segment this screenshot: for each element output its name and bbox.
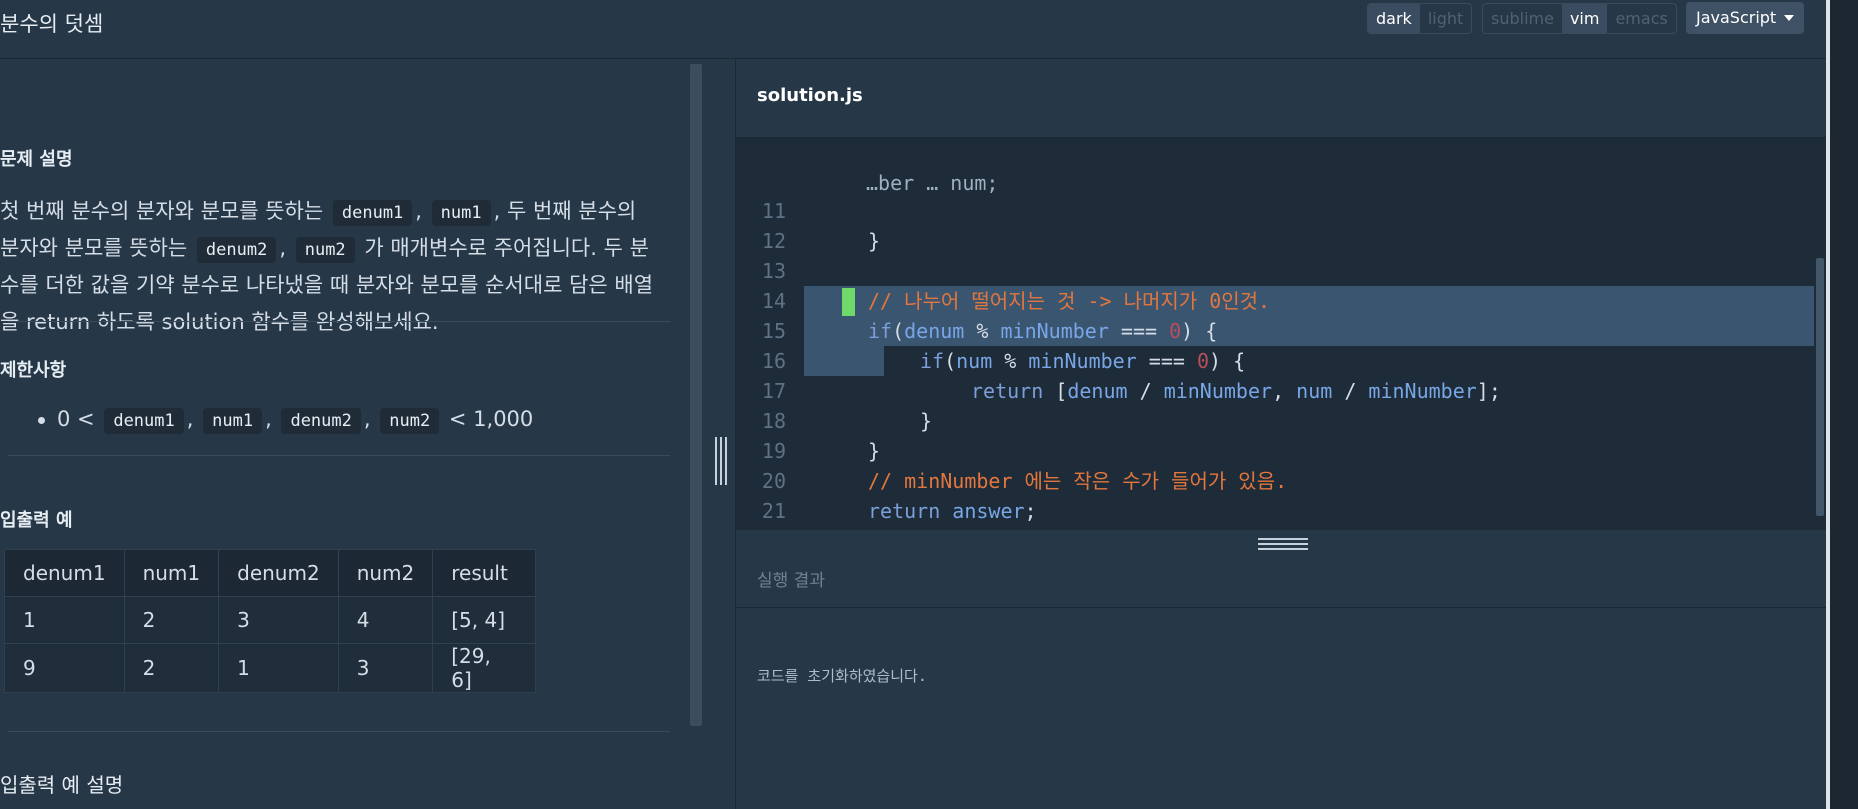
- code-text: }: [868, 229, 881, 253]
- file-tab-solution[interactable]: solution.js: [757, 85, 863, 106]
- table-header-cell: result: [432, 549, 537, 597]
- table-cell: 1: [218, 643, 339, 693]
- code-num2: num2: [380, 408, 440, 434]
- code-line-19: 19 // minNumber 에는 작은 수가 들어가 있음.: [736, 406, 1287, 493]
- code-line-13: 13 // 나누어 떨어지는 것 -> 나머지가 0인것.: [736, 226, 1270, 313]
- io-explain-heading: 입출력 예 설명: [0, 773, 124, 797]
- code-editor[interactable]: …ber … num; 11 } 12 13 // 나누어 떨어지는 것 -> …: [736, 137, 1826, 530]
- problem-scrollbar[interactable]: [690, 64, 702, 726]
- desc-comma: ,: [279, 236, 287, 260]
- theme-light-button[interactable]: light: [1420, 4, 1471, 33]
- code-num1: num1: [203, 408, 263, 434]
- keymap-toggle[interactable]: sublime vim emacs: [1482, 3, 1677, 34]
- constraint-comma: ,: [265, 407, 272, 431]
- code-denum2: denum2: [281, 408, 361, 434]
- code-line-14: 14 if(denum % minNumber === 0) {: [736, 256, 1217, 343]
- window-edge: [1826, 0, 1858, 809]
- desc-text: , 두 번째 분수의: [493, 199, 637, 223]
- divider: [8, 455, 670, 456]
- code-denum1: denum1: [332, 200, 413, 226]
- table-cell: 4: [337, 596, 434, 644]
- table-cell: 3: [218, 596, 339, 644]
- constraints-heading: 제한사항: [0, 360, 67, 381]
- constraint-text: < 1,000: [448, 407, 534, 431]
- theme-dark-button[interactable]: dark: [1368, 4, 1420, 33]
- selection-highlight: [804, 346, 884, 376]
- language-select-value: JavaScript: [1696, 8, 1777, 27]
- code-line-20: 20 return answer;: [736, 436, 1037, 523]
- divider: [8, 731, 670, 732]
- code-line-16: 16 return [denum / minNumber, num / minN…: [736, 316, 1501, 403]
- code-line-18: 18 }: [736, 376, 880, 463]
- desc-text: 수를 더한 값을 기약 분수로 나타냈을 때 분자와 분모를 순서대로 담은 배…: [0, 273, 654, 297]
- code-line-17: 17 }: [736, 346, 932, 433]
- code-line-15: 15 if(num % minNumber === 0) {: [736, 286, 1245, 373]
- io-example-heading: 입출력 예: [0, 510, 73, 531]
- table-cell: 3: [337, 643, 434, 693]
- problem-title: 분수의 덧셈: [0, 12, 104, 36]
- desc-text: 을 return 하도록 solution 함수를 완성해보세요.: [0, 310, 439, 334]
- desc-text: 가 매개변수로 주어집니다. 두 분: [364, 236, 649, 260]
- code-line-21: 21 }: [736, 466, 828, 530]
- code-comment: // minNumber 에는 작은 수가 들어가 있음.: [868, 469, 1288, 493]
- result-header: 실행 결과: [736, 551, 1826, 608]
- code-text: }: [920, 409, 933, 433]
- description-heading: 문제 설명: [0, 149, 73, 170]
- bullet-icon: [38, 416, 45, 424]
- table-header-cell: denum2: [218, 549, 339, 597]
- code-line-12: 12: [736, 196, 808, 253]
- keymap-sublime-button[interactable]: sublime: [1483, 4, 1562, 33]
- pane-splitter-handle[interactable]: [715, 437, 729, 485]
- table-cell: 2: [123, 596, 220, 644]
- editor-scrollbar[interactable]: [1816, 258, 1824, 516]
- table-cell: 9: [4, 643, 125, 693]
- constraint-item: 0 < denum1, num1, denum2, num2 < 1,000: [38, 402, 533, 436]
- result-output: 코드를 초기화하였습니다.: [757, 667, 927, 685]
- code-denum2: denum2: [196, 237, 277, 263]
- code-text: }: [816, 526, 828, 530]
- constraint-comma: ,: [363, 407, 371, 431]
- table-header-cell: num2: [337, 549, 434, 597]
- code-comment: // 나누어 떨어지는 것 -> 나머지가 0인것.: [868, 289, 1271, 313]
- code-num1: num1: [431, 200, 491, 226]
- text-cursor-icon: [842, 288, 855, 316]
- table-header-cell: num1: [123, 549, 220, 597]
- table-row: 9 2 1 3 [29, 6]: [4, 643, 537, 693]
- io-example-table: denum1 num1 denum2 num2 result 1 2 3 4 […: [4, 549, 537, 693]
- code-denum1: denum1: [104, 408, 184, 434]
- table-header-cell: denum1: [4, 549, 125, 597]
- table-cell: [29, 6]: [432, 643, 537, 693]
- table-header-row: denum1 num1 denum2 num2 result: [4, 549, 537, 597]
- result-resize-handle[interactable]: [1258, 538, 1308, 552]
- code-num2: num2: [295, 237, 355, 263]
- keymap-vim-button[interactable]: vim: [1561, 4, 1608, 33]
- top-bar: 분수의 덧셈 dark light sublime vim emacs Java…: [0, 0, 1858, 59]
- constraint-text: 0 <: [57, 407, 95, 431]
- chevron-down-icon: [1784, 15, 1794, 21]
- constraint-comma: ,: [186, 407, 194, 431]
- result-title: 실행 결과: [757, 571, 825, 591]
- code-line: …ber … num;: [866, 171, 999, 195]
- table-row: 1 2 3 4 [5, 4]: [4, 596, 537, 644]
- problem-description: 첫 번째 분수의 분자와 분모를 뜻하는 denum1, num1, 두 번째 …: [0, 193, 680, 341]
- language-select[interactable]: JavaScript: [1686, 2, 1804, 34]
- keymap-emacs-button[interactable]: emacs: [1607, 4, 1675, 33]
- theme-toggle[interactable]: dark light: [1367, 3, 1473, 34]
- table-cell: [5, 4]: [432, 596, 537, 644]
- editor-pane: solution.js …ber … num; 11 } 12 13 // 나누…: [735, 59, 1826, 809]
- divider: [8, 321, 670, 322]
- desc-comma: ,: [415, 199, 422, 223]
- code-line-22: 22: [736, 496, 808, 530]
- edge-bar: [1826, 0, 1830, 809]
- desc-text: 분자와 분모를 뜻하는: [0, 236, 188, 260]
- table-cell: 2: [123, 643, 220, 693]
- desc-text: 첫 번째 분수의 분자와 분모를 뜻하는: [0, 199, 324, 223]
- table-cell: 1: [4, 596, 125, 644]
- line-number: 22: [736, 526, 786, 530]
- code-text: }: [868, 439, 881, 463]
- code-line-11: 11 }: [736, 166, 880, 253]
